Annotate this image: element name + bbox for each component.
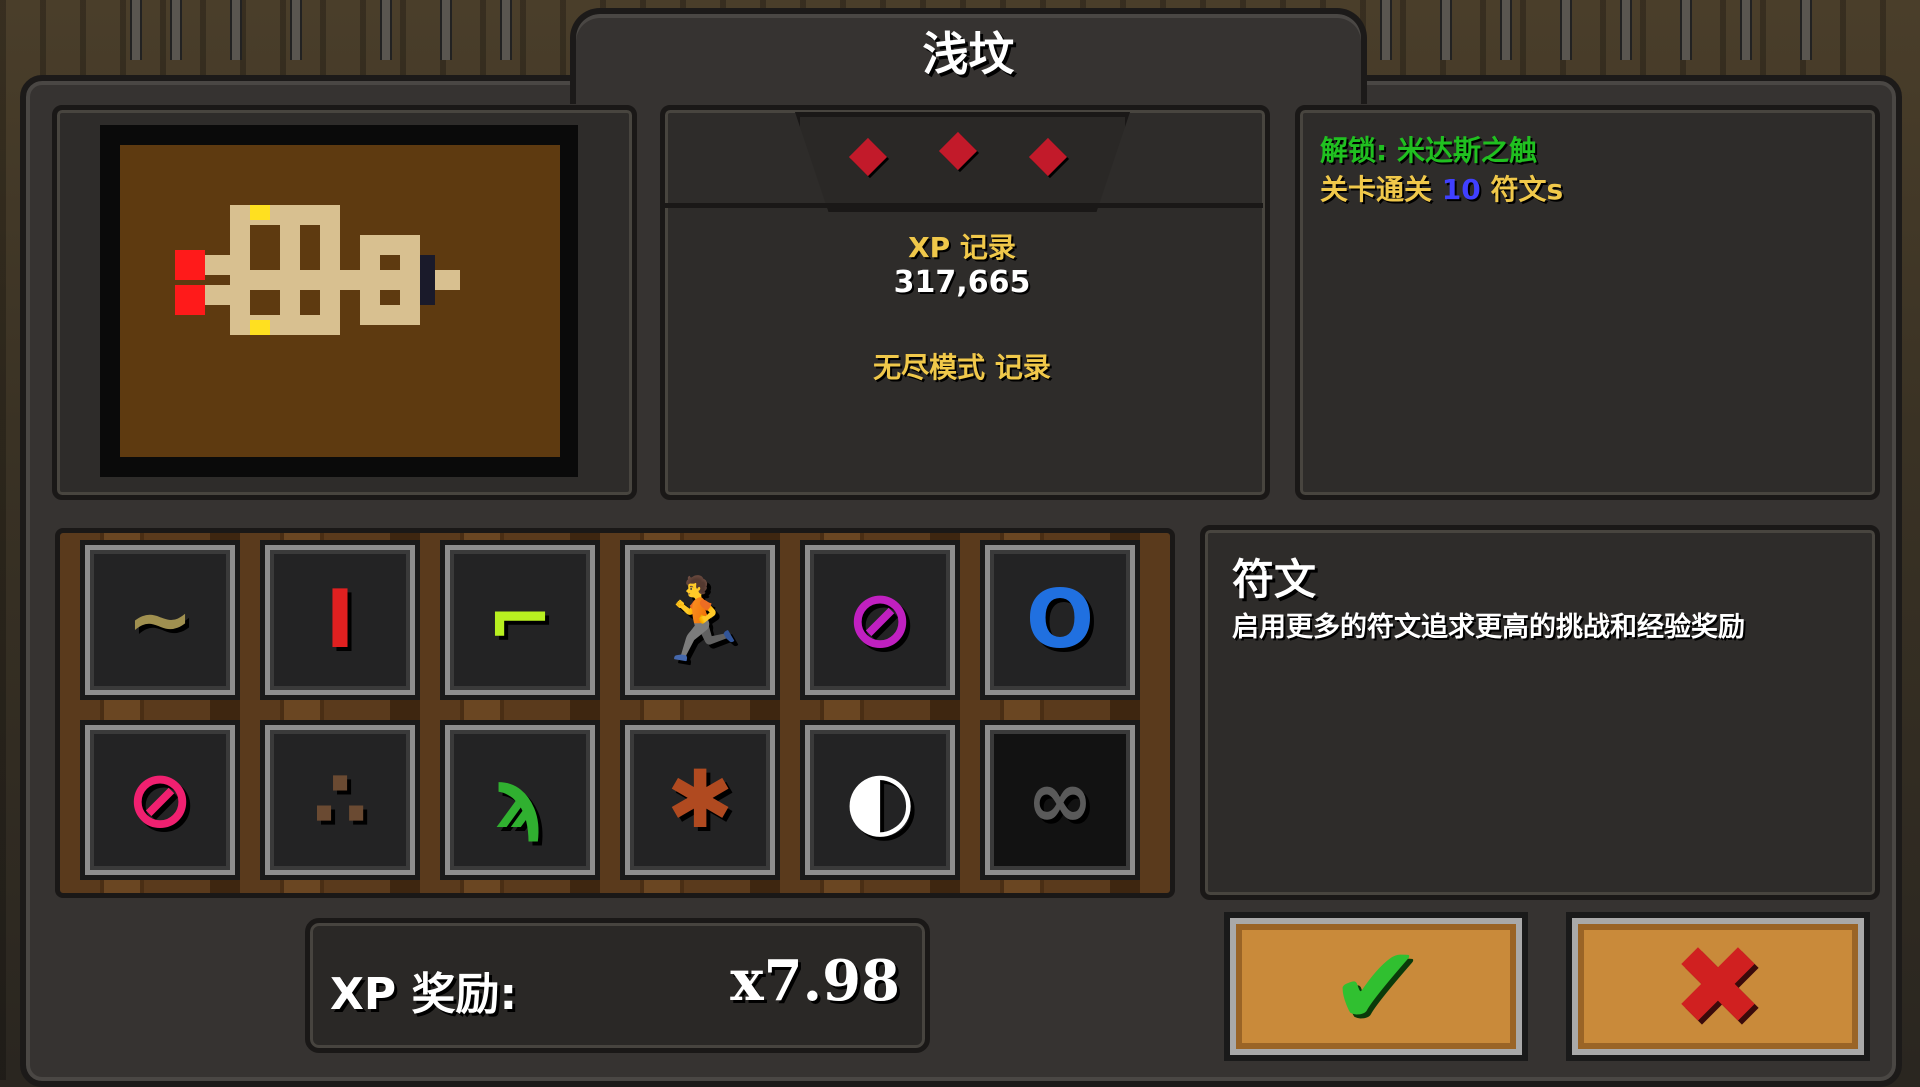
rune-slot[interactable]: ∴ [265, 725, 415, 875]
pink-slash-rune-icon: ⊘ [126, 753, 194, 846]
rune-slot[interactable]: ϡ [445, 725, 595, 875]
gem-icon: ◆ [848, 124, 888, 182]
level-title: 浅坟 [922, 27, 1015, 81]
records-divider [665, 203, 1263, 208]
xp-record-label: XP 记录 [908, 231, 1016, 264]
rune-slot[interactable]: I [265, 545, 415, 695]
rune-slot[interactable]: ✱ [625, 725, 775, 875]
rune-slot[interactable]: 🏃 [625, 545, 775, 695]
purple-null-rune-icon: ⊘ [846, 573, 914, 666]
rune-slot[interactable]: ⊘ [805, 545, 955, 695]
description-text: 启用更多的符文追求更高的挑战和经验奖励 [1232, 612, 1745, 643]
rune-slot[interactable]: ∼ [85, 545, 235, 695]
infinity-rune-icon: ∞ [1026, 753, 1094, 846]
green-sprout-rune-icon: ϡ [494, 753, 546, 846]
unlock-requirement: 关卡通关 10 符文s [1320, 168, 1563, 208]
cancel-button[interactable]: ✖ [1572, 918, 1864, 1055]
rune-slot[interactable]: O [985, 545, 1135, 695]
blue-ring-rune-icon: O [1025, 573, 1094, 666]
spider-rune-icon: ✱ [666, 753, 734, 846]
gem-icon: ◆ [938, 118, 978, 176]
requirement-count: 10 [1441, 173, 1481, 206]
requirement-unit: 符文s [1480, 173, 1564, 206]
close-icon: ✖ [1671, 922, 1765, 1050]
endless-record-label: 无尽模式 记录 [873, 351, 1051, 384]
enemy-spawn-marker [175, 250, 205, 280]
description-title: 符文 [1232, 555, 1317, 604]
confirm-button[interactable]: ✔ [1230, 918, 1522, 1055]
gem-icon: ◆ [1028, 124, 1068, 182]
xp-reward-label: XP 奖励: [330, 969, 518, 1020]
gate-marker [420, 255, 435, 305]
rune-slot[interactable]: ⊘ [85, 725, 235, 875]
rune-slot[interactable]: ∞ [985, 725, 1135, 875]
xp-reward-multiplier: x7.98 [730, 948, 900, 1014]
running-man-rune-icon: 🏃 [650, 573, 750, 666]
level-map [120, 145, 560, 457]
checkmark-icon: ✔ [1329, 922, 1423, 1050]
rune-slot[interactable]: ◐ [805, 725, 955, 875]
three-dots-rune-icon: ∴ [312, 753, 368, 846]
unlock-reward: 解锁: 米达斯之触 [1320, 134, 1537, 167]
rune-slot[interactable]: ⌐ [445, 545, 595, 695]
xp-record-value: 317,665 [893, 265, 1031, 300]
white-moon-rune-icon: ◐ [845, 753, 915, 846]
red-pillar-rune-icon: I [325, 573, 355, 666]
wave-rune-icon: ∼ [126, 573, 194, 666]
exit-marker [250, 205, 270, 220]
green-hook-rune-icon: ⌐ [486, 573, 554, 666]
requirement-text: 关卡通关 [1320, 173, 1442, 206]
